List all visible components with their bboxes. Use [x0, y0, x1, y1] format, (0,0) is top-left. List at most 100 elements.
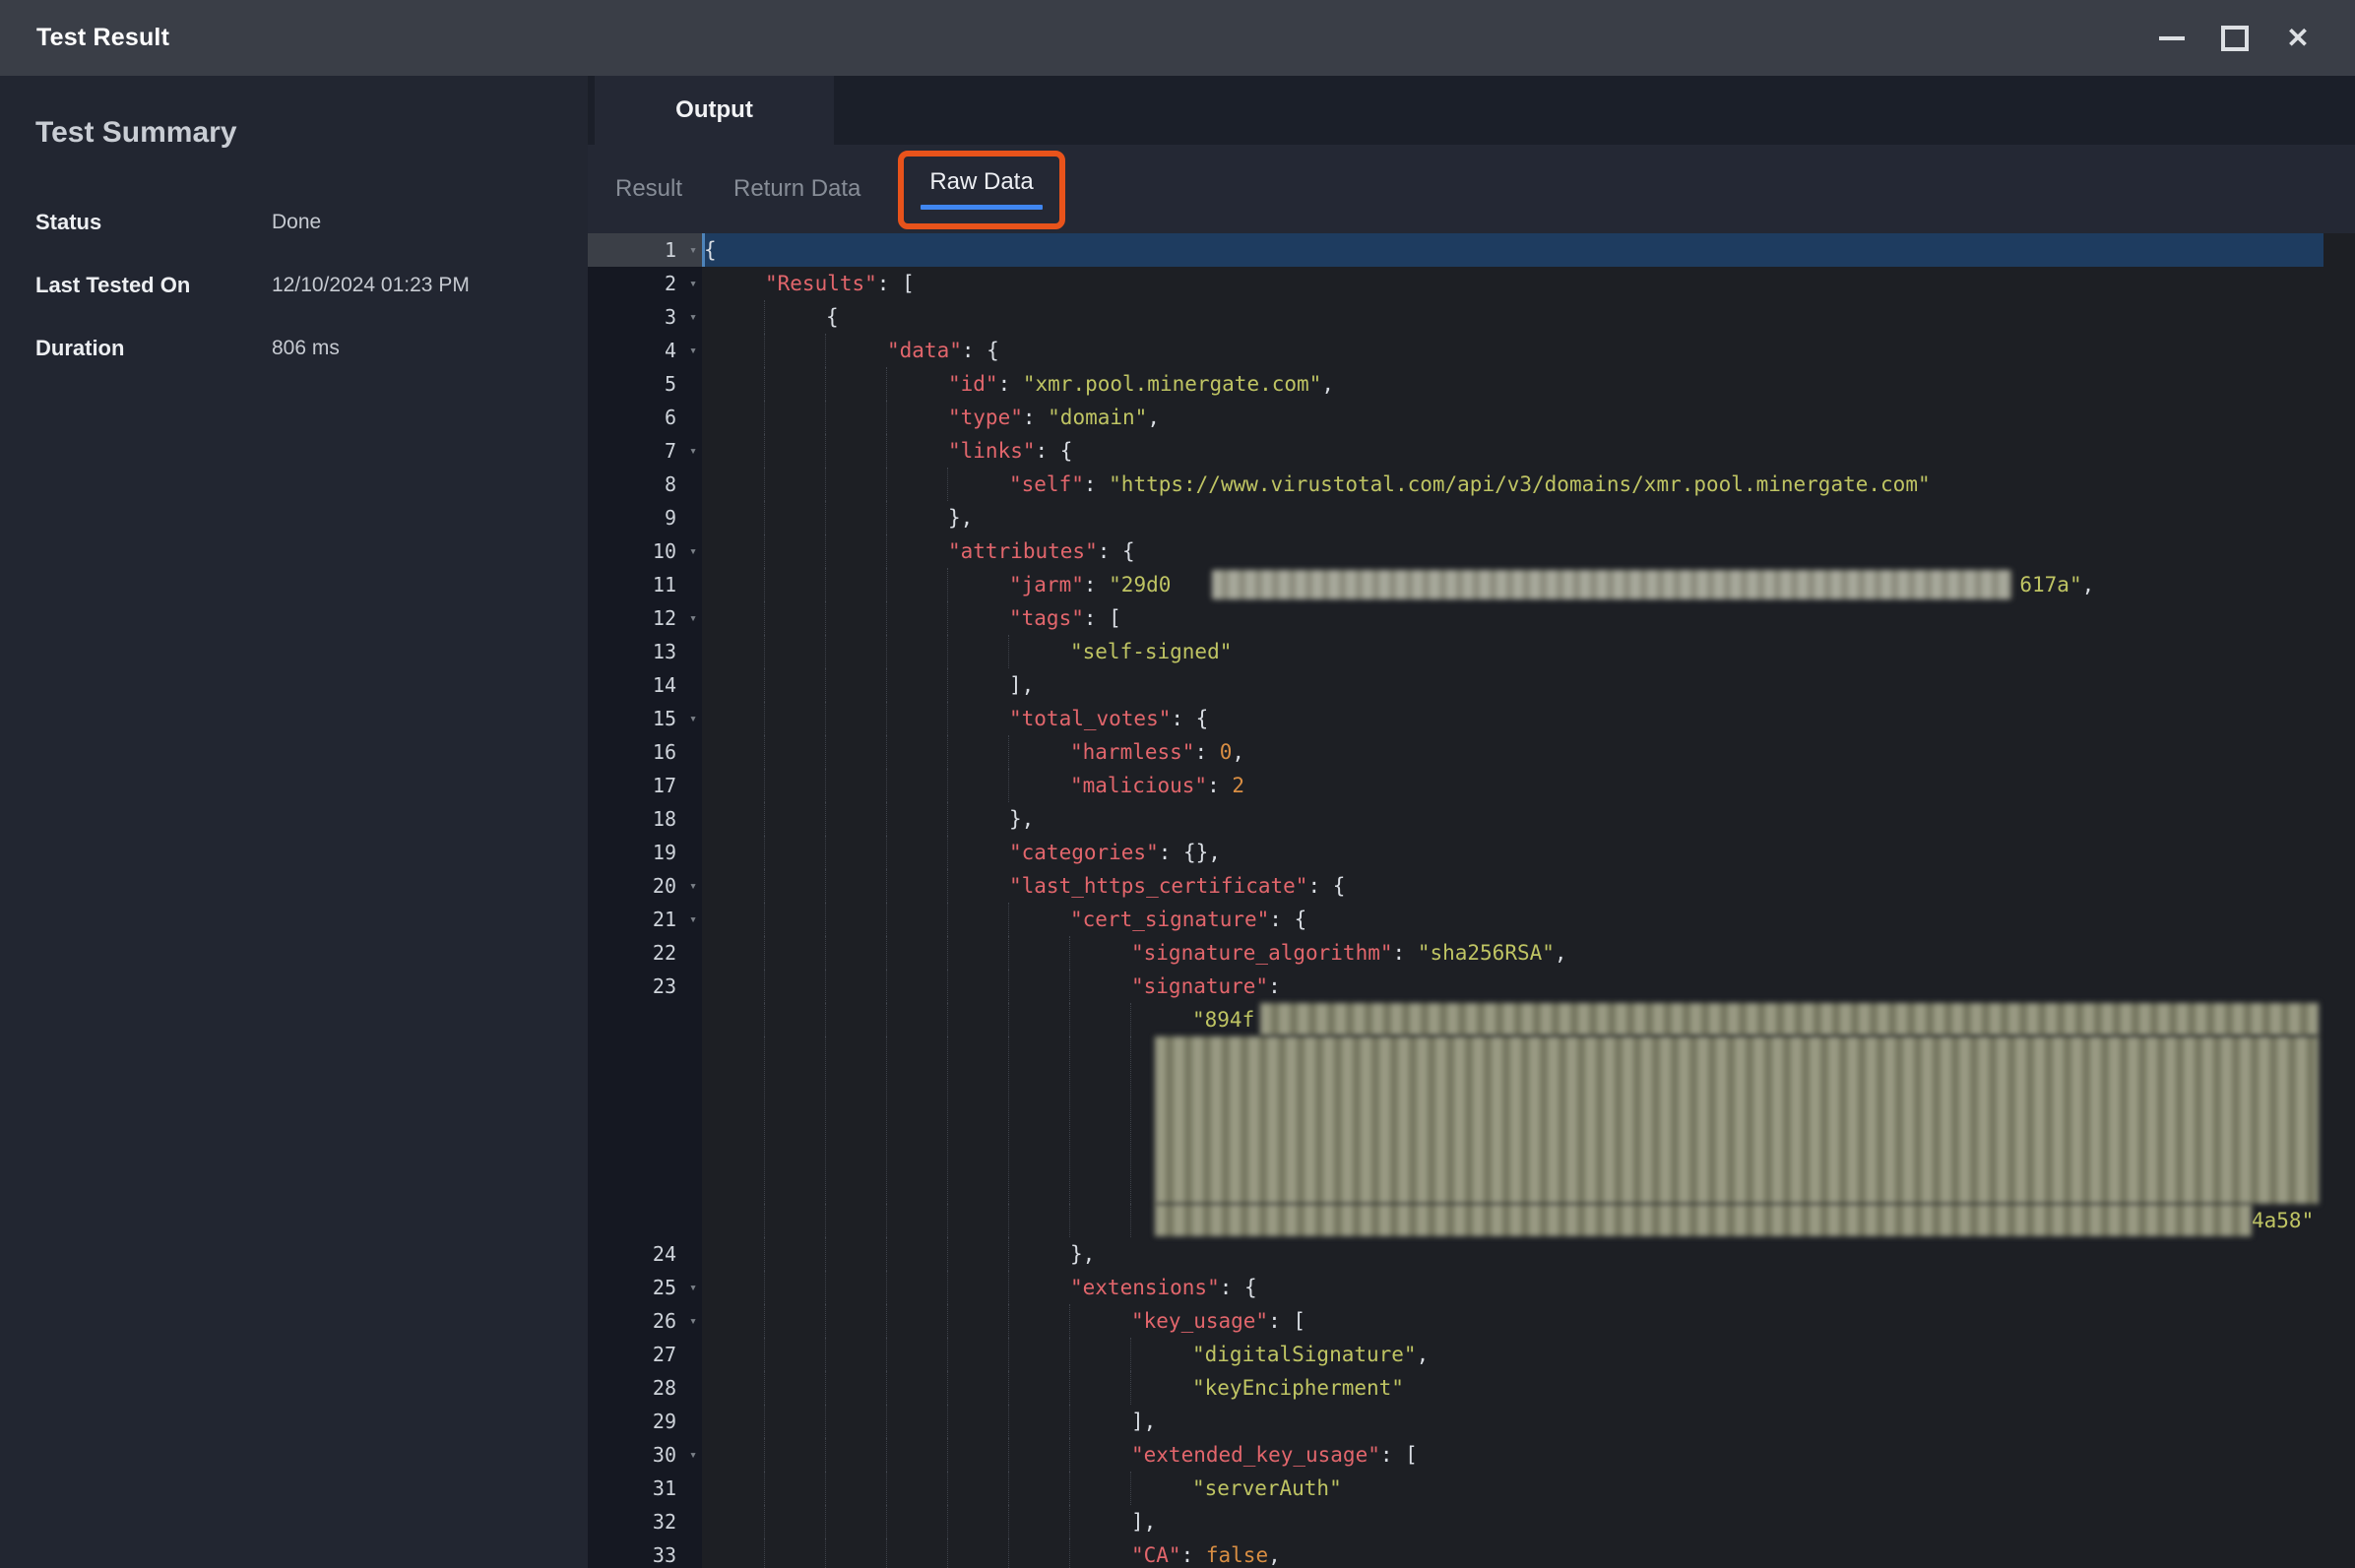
minimize-icon[interactable]: [2158, 25, 2186, 52]
code-line-content[interactable]: "key_usage": [: [702, 1304, 2355, 1338]
json-token: ],: [1131, 1410, 1156, 1433]
code-line-content[interactable]: "type": "domain",: [702, 401, 2355, 434]
code-line-content[interactable]: ],: [702, 1405, 2355, 1438]
indent-guide: [825, 434, 826, 468]
indent-guide: [764, 936, 765, 970]
fold-arrow-icon[interactable]: ▾: [689, 535, 697, 569]
code-line-content[interactable]: "keyEncipherment": [702, 1371, 2355, 1405]
json-token: "harmless": [1070, 740, 1194, 764]
code-line-content[interactable]: "self-signed": [702, 635, 2355, 668]
tab-output[interactable]: Output: [595, 76, 834, 145]
code-line-content[interactable]: },: [702, 802, 2355, 836]
code-line-content[interactable]: "894f: [702, 1003, 2355, 1036]
json-raw-data-viewer[interactable]: 1▾{2▾"Results": [3▾{4▾"data": {5"id": "x…: [588, 233, 2355, 1568]
fold-arrow-icon[interactable]: ▾: [689, 435, 697, 469]
code-line-content[interactable]: 4a58": [702, 1204, 2355, 1237]
code-line-content[interactable]: "CA": false,: [702, 1538, 2355, 1568]
fold-arrow-icon[interactable]: ▾: [689, 301, 697, 335]
fold-arrow-icon[interactable]: ▾: [689, 1272, 697, 1305]
code-line-content[interactable]: "serverAuth": [702, 1472, 2355, 1505]
code-line-content[interactable]: {: [702, 300, 2355, 334]
code-line-content[interactable]: },: [702, 501, 2355, 534]
fold-arrow-icon[interactable]: ▾: [689, 602, 697, 636]
indent-guide: [886, 836, 887, 869]
json-token: : {},: [1159, 841, 1221, 864]
json-token: 617a": [2019, 573, 2081, 596]
close-icon[interactable]: ✕: [2284, 25, 2312, 52]
code-line-content[interactable]: "attributes": {: [702, 534, 2355, 568]
indent-guide: [886, 1237, 887, 1271]
code-line-content[interactable]: "signature":: [702, 970, 2355, 1003]
code-line-8: 8"self": "https://www.virustotal.com/api…: [588, 468, 2355, 501]
code-line-content[interactable]: "data": {: [702, 334, 2355, 367]
code-line-content[interactable]: },: [702, 1237, 2355, 1271]
json-token: "tags": [1009, 606, 1084, 630]
line-number-gutter: 18: [588, 802, 702, 836]
code-line-content[interactable]: "jarm": "29d0617a",: [702, 568, 2355, 601]
code-line-11: 11"jarm": "29d0617a",: [588, 568, 2355, 601]
subtab-return-data[interactable]: Return Data: [733, 145, 860, 233]
code-line-content[interactable]: ],: [702, 668, 2355, 702]
code-line-content[interactable]: "malicious": 2: [702, 769, 2355, 802]
json-token: "keyEncipherment": [1192, 1376, 1404, 1400]
fold-arrow-icon[interactable]: ▾: [689, 335, 697, 368]
code-line-content[interactable]: ],: [702, 1505, 2355, 1538]
indent-guide: [825, 869, 826, 903]
indent-guide: [947, 936, 948, 970]
code-line-content[interactable]: "Results": [: [702, 267, 2355, 300]
code-line-content[interactable]: "harmless": 0,: [702, 735, 2355, 769]
indent-guide: [764, 1438, 765, 1472]
code-line-content[interactable]: "self": "https://www.virustotal.com/api/…: [702, 468, 2355, 501]
json-token: : [: [1268, 1309, 1305, 1333]
maximize-icon[interactable]: [2221, 25, 2249, 52]
subtab-result[interactable]: Result: [615, 145, 682, 233]
code-line-content[interactable]: "cert_signature": {: [702, 903, 2355, 936]
line-number: 20: [653, 874, 676, 898]
line-number: 32: [653, 1510, 676, 1534]
code-line-1: 1▾{: [588, 233, 2355, 267]
fold-arrow-icon[interactable]: ▾: [689, 703, 697, 736]
indent-guide: [886, 468, 887, 501]
fold-arrow-icon[interactable]: ▾: [689, 870, 697, 904]
code-line-content[interactable]: "extensions": {: [702, 1271, 2355, 1304]
code-line-content[interactable]: "last_https_certificate": {: [702, 869, 2355, 903]
indent-guide: [764, 367, 765, 401]
line-number-gutter: 13: [588, 635, 702, 668]
indent-guide: [1130, 1371, 1131, 1405]
code-line-content[interactable]: "tags": [: [702, 601, 2355, 635]
indent-guide: [886, 1438, 887, 1472]
indent-guide: [1069, 1204, 1070, 1237]
code-line-24: 24},: [588, 1237, 2355, 1271]
code-line-content[interactable]: "id": "xmr.pool.minergate.com",: [702, 367, 2355, 401]
fold-arrow-icon[interactable]: ▾: [689, 1439, 697, 1473]
code-line-7: 7▾"links": {: [588, 434, 2355, 468]
code-line-content[interactable]: "links": {: [702, 434, 2355, 468]
line-number-gutter: 29: [588, 1405, 702, 1438]
indent-guide: [764, 635, 765, 668]
line-number-gutter: 9: [588, 501, 702, 534]
indent-guide: [886, 434, 887, 468]
fold-arrow-icon[interactable]: ▾: [689, 1305, 697, 1339]
indent-guide: [825, 501, 826, 534]
code-line-content[interactable]: "extended_key_usage": [: [702, 1438, 2355, 1472]
indent-guide: [1130, 1338, 1131, 1371]
line-number-gutter: 12▾: [588, 601, 702, 635]
json-token: ,: [1232, 740, 1244, 764]
subtab-raw-data[interactable]: Raw Data: [921, 145, 1043, 233]
code-line-content[interactable]: [702, 1036, 2355, 1204]
code-line-content[interactable]: "signature_algorithm": "sha256RSA",: [702, 936, 2355, 970]
line-number-gutter: 10▾: [588, 534, 702, 568]
code-line-content[interactable]: "categories": {},: [702, 836, 2355, 869]
code-line-content[interactable]: "total_votes": {: [702, 702, 2355, 735]
fold-arrow-icon[interactable]: ▾: [689, 904, 697, 937]
code-line-content[interactable]: "digitalSignature",: [702, 1338, 2355, 1371]
indent-guide: [886, 1304, 887, 1338]
line-number-gutter: 8: [588, 468, 702, 501]
indent-guide: [1069, 1371, 1070, 1405]
fold-arrow-icon[interactable]: ▾: [689, 268, 697, 301]
line-number-gutter: 6: [588, 401, 702, 434]
code-line-content[interactable]: {: [702, 233, 2355, 267]
indent-guide: [1008, 970, 1009, 1003]
indent-guide: [886, 769, 887, 802]
fold-arrow-icon[interactable]: ▾: [689, 234, 697, 268]
